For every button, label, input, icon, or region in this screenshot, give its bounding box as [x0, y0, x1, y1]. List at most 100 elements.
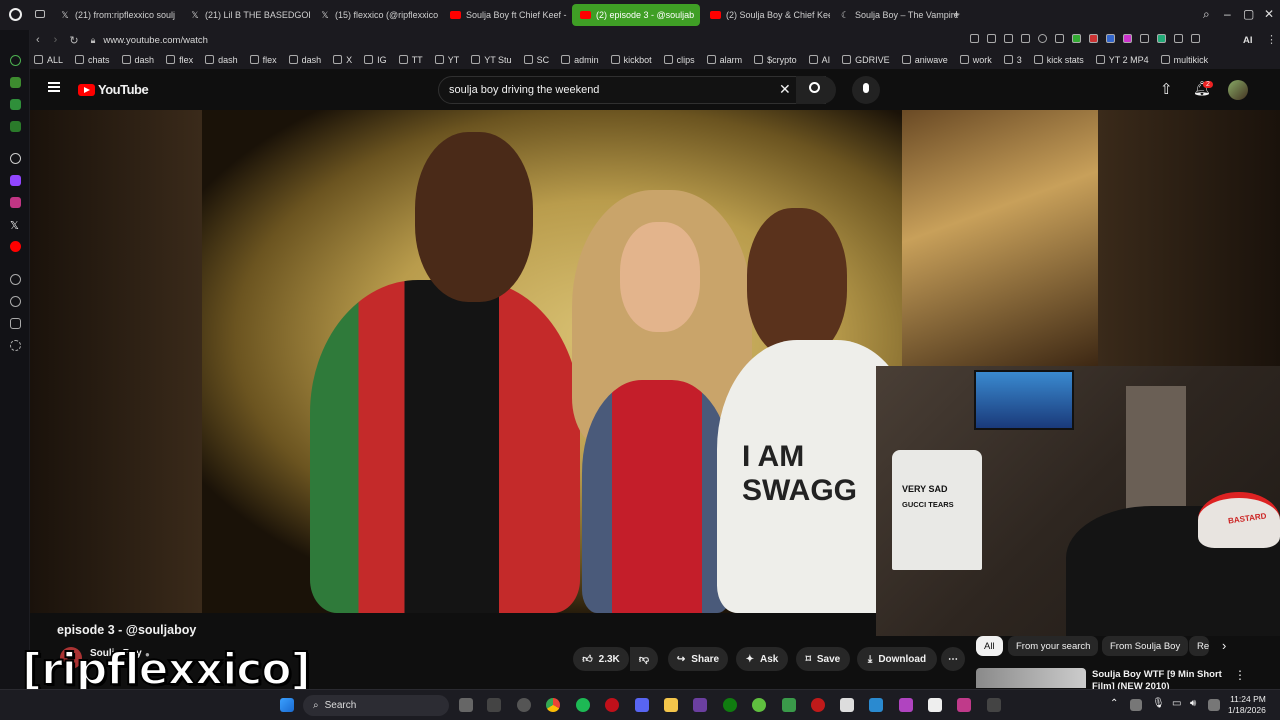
taskbar-app-icon[interactable] — [811, 698, 825, 712]
taskbar-app-icon[interactable] — [752, 698, 766, 712]
bookmark-item[interactable]: clips — [663, 55, 695, 65]
browser-tab[interactable]: (2) Soulja Boy & Chief Kee — [702, 4, 830, 26]
bookmark-item[interactable]: admin — [561, 55, 599, 65]
heart-icon[interactable] — [1038, 34, 1047, 43]
browser-tab[interactable]: 𝕏 (21) from:ripflexxico soulj — [52, 4, 180, 26]
sidebar-app-icon[interactable] — [10, 121, 21, 132]
browser-tab-active[interactable]: (2) episode 3 - @souljab — [572, 4, 700, 26]
taskbar-app-icon[interactable] — [782, 698, 796, 712]
bookmark-item[interactable]: dash — [288, 55, 321, 65]
maximize-icon[interactable]: ▢ — [1243, 7, 1254, 21]
bookmark-item[interactable]: AI — [808, 55, 830, 65]
x-icon[interactable]: 𝕏 — [10, 219, 19, 232]
extension-icon[interactable] — [1140, 34, 1149, 43]
bookmark-item[interactable]: X — [333, 55, 352, 65]
system-clock[interactable]: 11:24 PM 1/18/2026 — [1228, 694, 1266, 716]
settings-icon[interactable] — [10, 340, 21, 351]
recommendation-thumbnail[interactable] — [976, 668, 1086, 688]
browser-tab[interactable]: 𝕏 (21) Lil B THE BASEDGOD — [182, 4, 310, 26]
save-button[interactable]: ⌑ Save — [796, 647, 850, 671]
sidebar-nav-icon[interactable] — [10, 55, 21, 66]
taskbar-app-icon[interactable] — [899, 698, 913, 712]
ask-button[interactable]: ✦ Ask — [736, 647, 788, 671]
chip-from-your-search[interactable]: From your search — [1008, 636, 1099, 656]
chip-all[interactable]: All — [976, 636, 1003, 656]
extension-icon[interactable] — [1055, 34, 1064, 43]
menu-icon[interactable]: ⋮ — [1266, 33, 1277, 46]
close-window-icon[interactable]: ✕ — [1264, 7, 1274, 21]
bookmark-item[interactable]: flex — [249, 55, 277, 65]
chips-next-icon[interactable]: › — [1222, 638, 1226, 653]
bookmark-item[interactable]: IG — [364, 55, 387, 65]
tray-app-icon[interactable] — [1208, 699, 1220, 711]
extension-icon[interactable] — [987, 34, 996, 43]
bookmark-item[interactable]: dash — [205, 55, 238, 65]
clear-search-icon[interactable]: ✕ — [779, 81, 791, 98]
bookmark-item[interactable]: kick stats — [1033, 55, 1084, 65]
windows-start-icon[interactable] — [280, 698, 294, 712]
chatgpt-icon[interactable] — [10, 153, 21, 164]
extension-icon[interactable] — [1004, 34, 1013, 43]
back-icon[interactable]: ‹ — [36, 34, 40, 46]
taskbar-search[interactable]: ⌕ Search — [303, 695, 449, 716]
recommendation-title[interactable]: Soulja Boy WTF [9 Min Short Film] (NEW 2… — [1092, 669, 1222, 689]
taskbar-app-icon[interactable] — [487, 698, 501, 712]
tab-menu-icon[interactable] — [35, 10, 45, 18]
puzzle-icon[interactable] — [1174, 34, 1183, 43]
bookmark-item[interactable]: kickbot — [610, 55, 652, 65]
bookmark-item[interactable]: SC — [523, 55, 549, 65]
bookmark-item[interactable]: alarm — [706, 55, 742, 65]
ai-button[interactable]: AI — [1243, 35, 1253, 46]
search-input[interactable]: soulja boy driving the weekend — [438, 76, 826, 104]
extension-icon[interactable] — [1021, 34, 1030, 43]
network-icon[interactable]: ▭ — [1172, 698, 1181, 709]
bookmark-item[interactable]: TT — [398, 55, 423, 65]
download-button[interactable]: ⤓ Download — [857, 647, 937, 671]
file-explorer-icon[interactable] — [664, 698, 678, 712]
recommendation-menu-icon[interactable]: ⋮ — [1234, 668, 1246, 682]
new-tab-button[interactable]: + — [953, 7, 960, 21]
hamburger-menu-icon[interactable] — [48, 82, 60, 92]
bookmark-item[interactable]: YT Stu — [471, 55, 512, 65]
task-view-icon[interactable] — [459, 698, 473, 712]
opera-icon[interactable] — [605, 698, 619, 712]
bookmark-item[interactable]: flex — [166, 55, 193, 65]
discord-icon[interactable] — [635, 698, 649, 712]
more-actions-button[interactable]: ⋯ — [941, 647, 965, 671]
spotify-icon[interactable] — [576, 698, 590, 712]
bookmark-item[interactable]: YT 2 MP4 — [1095, 55, 1149, 65]
taskbar-app-icon[interactable] — [928, 698, 942, 712]
bookmark-item[interactable]: multikick — [1160, 55, 1208, 65]
taskbar-app-icon[interactable] — [517, 698, 531, 712]
voice-search-icon[interactable] — [852, 76, 880, 104]
twitch-icon[interactable] — [10, 175, 21, 186]
search-button[interactable] — [796, 76, 836, 104]
minimize-icon[interactable]: – — [1224, 7, 1231, 21]
bookmark-item[interactable]: GDRIVE — [842, 55, 890, 65]
chrome-icon[interactable] — [546, 698, 560, 712]
sidebar-app-icon[interactable] — [10, 99, 21, 110]
share-button[interactable]: ↪ Share — [668, 647, 728, 671]
history-icon[interactable] — [10, 296, 21, 307]
bookmark-item[interactable]: dash — [121, 55, 154, 65]
upload-icon[interactable]: ⇧ — [1160, 80, 1173, 98]
xbox-icon[interactable] — [723, 698, 737, 712]
chip-related[interactable]: Re — [1189, 636, 1209, 656]
taskbar-app-icon[interactable] — [840, 698, 854, 712]
youtube-icon[interactable] — [10, 241, 21, 252]
taskbar-app-icon[interactable] — [869, 698, 883, 712]
opera-logo-icon[interactable] — [9, 8, 22, 21]
taskbar-app-icon[interactable] — [957, 698, 971, 712]
extensions-icon[interactable] — [10, 318, 21, 329]
taskbar-app-icon[interactable] — [693, 698, 707, 712]
tray-app-icon[interactable] — [1130, 699, 1142, 711]
bookmark-item[interactable]: chats — [75, 55, 110, 65]
dislike-button[interactable]: 👎︎ — [630, 647, 658, 671]
bookmark-item[interactable]: work — [959, 55, 992, 65]
extension-icon[interactable] — [1157, 34, 1166, 43]
sidebar-app-icon[interactable] — [10, 77, 21, 88]
tray-chevron-icon[interactable]: ⌃ — [1110, 698, 1118, 709]
avatar[interactable] — [1228, 80, 1248, 100]
extension-icon[interactable] — [1106, 34, 1115, 43]
youtube-logo[interactable]: YouTube — [78, 82, 149, 97]
